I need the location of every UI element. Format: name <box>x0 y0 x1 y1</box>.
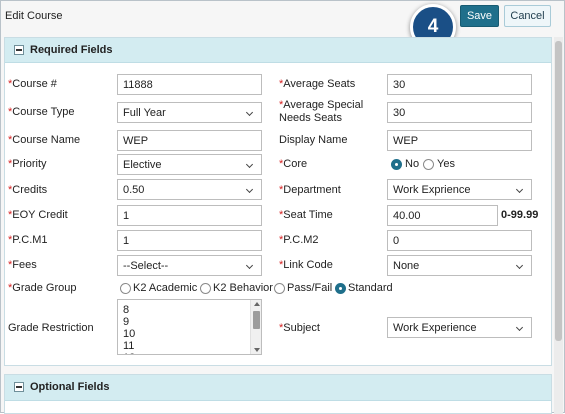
grade-group-radio-k2-academic[interactable] <box>120 283 131 294</box>
seat-time-label: *Seat Time <box>279 209 333 221</box>
core-option-label: No <box>405 158 420 170</box>
grade-restriction-listbox[interactable]: 8 9 10 11 12 <box>117 299 262 355</box>
grade-group-label: *Grade Group <box>8 282 77 294</box>
edit-course-window: Edit Course Save Cancel 4 Required Field… <box>0 0 565 414</box>
pcm2-input[interactable]: 0 <box>387 230 532 251</box>
list-item[interactable]: 9 <box>123 316 129 328</box>
priority-select[interactable]: Elective <box>117 154 262 175</box>
grade-group-option-label: Pass/Fail <box>287 282 333 294</box>
credits-label: *Credits <box>8 184 48 196</box>
list-item[interactable]: 12 <box>123 352 135 354</box>
display-name-label: Display Name <box>279 134 348 146</box>
scroll-up-icon[interactable] <box>254 302 260 306</box>
pcm1-input[interactable]: 1 <box>117 230 262 251</box>
optional-fields-panel: Optional Fields <box>4 374 552 414</box>
optional-fields-title: Optional Fields <box>30 381 110 393</box>
seat-time-input[interactable]: 40.00 <box>387 205 498 226</box>
chevron-down-icon <box>245 108 254 117</box>
eoy-credit-label: *EOY Credit <box>8 209 68 221</box>
core-label: *Core <box>279 158 308 170</box>
course-type-label: *Course Type <box>8 106 75 118</box>
link-code-select[interactable]: None <box>387 255 532 276</box>
collapse-icon[interactable] <box>14 382 24 392</box>
scroll-thumb[interactable] <box>253 311 260 329</box>
pcm2-label: *P.C.M2 <box>279 234 319 246</box>
page-scrollbar[interactable] <box>554 37 563 414</box>
course-number-label: *Course # <box>8 78 57 90</box>
credits-select[interactable]: 0.50 <box>117 179 262 200</box>
course-type-select[interactable]: Full Year <box>117 102 262 123</box>
collapse-icon[interactable] <box>14 45 24 55</box>
seat-time-range-hint: 0-99.99 <box>501 209 539 221</box>
department-label: *Department <box>279 184 341 196</box>
optional-fields-header[interactable]: Optional Fields <box>5 375 551 401</box>
grade-group-option-label: K2 Behavior <box>213 282 273 294</box>
chevron-down-icon <box>245 160 254 169</box>
eoy-credit-input[interactable]: 1 <box>117 205 262 226</box>
required-fields-header[interactable]: Required Fields <box>5 38 551 63</box>
list-item[interactable]: 11 <box>123 340 134 352</box>
core-radio-yes[interactable] <box>423 159 434 170</box>
list-item[interactable]: 10 <box>123 328 135 340</box>
chevron-down-icon <box>515 261 524 270</box>
average-special-needs-input[interactable]: 30 <box>387 102 532 123</box>
fees-label: *Fees <box>8 259 37 271</box>
listbox-scrollbar[interactable] <box>250 300 261 354</box>
grade-group-radio-standard[interactable] <box>335 283 346 294</box>
subject-label: *Subject <box>279 322 320 334</box>
required-fields-title: Required Fields <box>30 44 113 56</box>
link-code-label: *Link Code <box>279 259 333 271</box>
average-special-needs-label: *Average Special Needs Seats <box>279 99 364 124</box>
grade-group-radio-k2-behavior[interactable] <box>200 283 211 294</box>
chevron-down-icon <box>245 185 254 194</box>
scroll-down-icon[interactable] <box>254 348 260 352</box>
average-seats-label: *Average Seats <box>279 78 356 90</box>
pcm1-label: *P.C.M1 <box>8 234 48 246</box>
course-number-input[interactable]: 11888 <box>117 74 262 95</box>
core-radio-no[interactable] <box>391 159 402 170</box>
cancel-button[interactable]: Cancel <box>504 5 551 27</box>
chevron-down-icon <box>515 323 524 332</box>
chevron-down-icon <box>515 185 524 194</box>
page-title: Edit Course <box>5 10 63 22</box>
save-button[interactable]: Save <box>460 5 499 27</box>
grade-group-option-label: Standard <box>348 282 393 294</box>
average-seats-input[interactable]: 30 <box>387 74 532 95</box>
subject-select[interactable]: Work Experience <box>387 317 532 338</box>
grade-restriction-label: Grade Restriction <box>8 322 94 334</box>
chevron-down-icon <box>245 261 254 270</box>
list-item[interactable]: 8 <box>123 304 129 316</box>
display-name-input[interactable]: WEP <box>387 130 532 151</box>
grade-group-option-label: K2 Academic <box>133 282 198 294</box>
core-option-label: Yes <box>437 158 455 170</box>
fees-select[interactable]: --Select-- <box>117 255 262 276</box>
scroll-thumb[interactable] <box>555 41 562 341</box>
course-name-input[interactable]: WEP <box>117 130 262 151</box>
course-name-label: *Course Name <box>8 134 81 146</box>
department-select[interactable]: Work Exprience <box>387 179 532 200</box>
priority-label: *Priority <box>8 158 47 170</box>
grade-group-radio-pass-fail[interactable] <box>274 283 285 294</box>
